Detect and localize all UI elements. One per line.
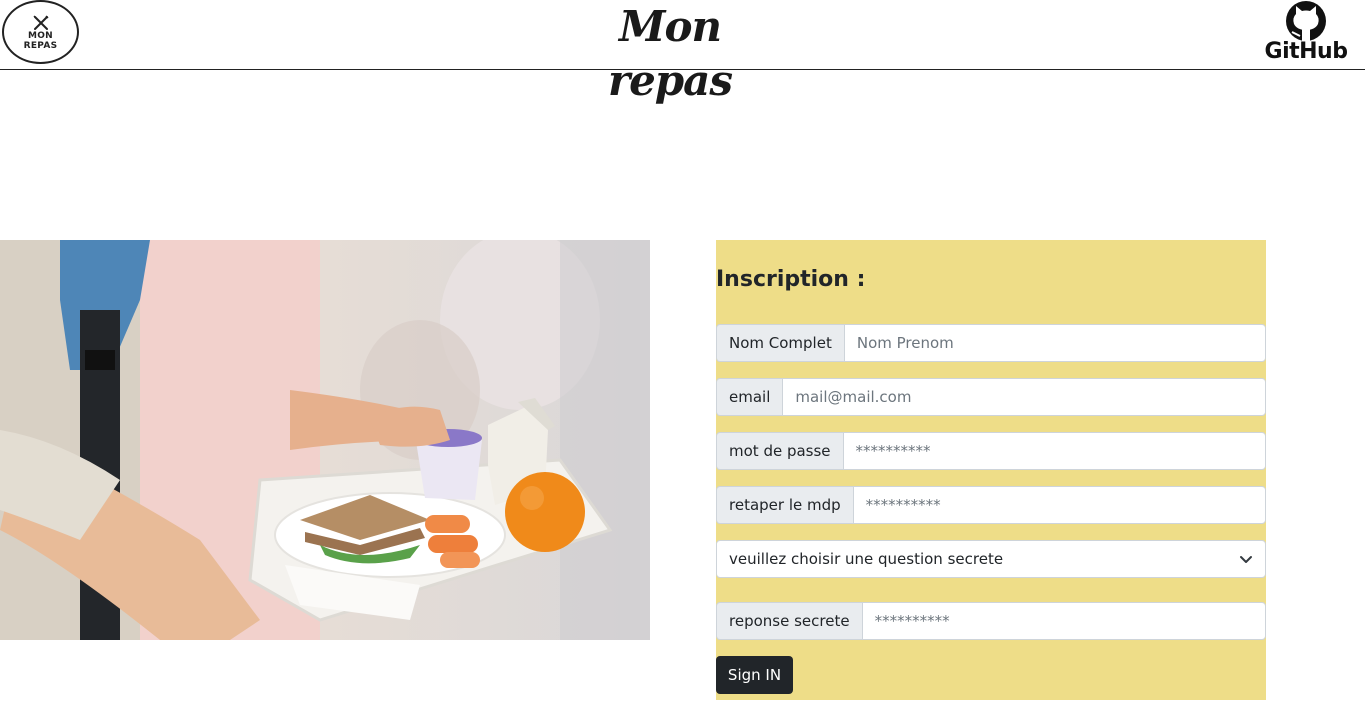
confirm-password-group: retaper le mdp xyxy=(716,486,1266,524)
secret-question-value: veuillez choisir une question secrete xyxy=(729,550,1004,568)
fullname-label: Nom Complet xyxy=(716,324,844,362)
site-logo[interactable]: MON REPAS xyxy=(2,0,79,64)
confirm-password-label: retaper le mdp xyxy=(716,486,853,524)
fullname-group: Nom Complet xyxy=(716,324,1266,362)
secret-question-select[interactable]: veuillez choisir une question secrete xyxy=(716,540,1266,578)
secret-answer-input[interactable] xyxy=(861,602,1266,640)
github-icon xyxy=(1286,1,1326,41)
github-link[interactable]: GitHub xyxy=(1254,0,1358,68)
sign-in-button[interactable]: Sign IN xyxy=(716,656,793,694)
email-input[interactable] xyxy=(782,378,1266,416)
password-group: mot de passe xyxy=(716,432,1266,470)
password-input[interactable] xyxy=(842,432,1266,470)
site-header: MON REPAS Mon repas GitHub xyxy=(0,0,1365,105)
password-label: mot de passe xyxy=(716,432,843,470)
email-label: email xyxy=(716,378,783,416)
fullname-input[interactable] xyxy=(843,324,1266,362)
signup-form: Inscription : Nom Complet email mot de p… xyxy=(716,240,1266,700)
chevron-down-icon xyxy=(1240,556,1252,563)
form-heading: Inscription : xyxy=(716,267,866,292)
email-group: email xyxy=(716,378,1266,416)
logo-text-line2: REPAS xyxy=(23,41,58,51)
hero-image xyxy=(0,240,650,640)
confirm-password-input[interactable] xyxy=(852,486,1266,524)
github-label: GitHub xyxy=(1264,39,1348,64)
page-title: Mon repas xyxy=(607,2,733,105)
secret-answer-label: reponse secrete xyxy=(716,602,862,640)
cutlery-icon xyxy=(32,15,49,30)
logo-text-line1: MON xyxy=(27,31,54,41)
secret-answer-group: reponse secrete xyxy=(716,602,1266,640)
